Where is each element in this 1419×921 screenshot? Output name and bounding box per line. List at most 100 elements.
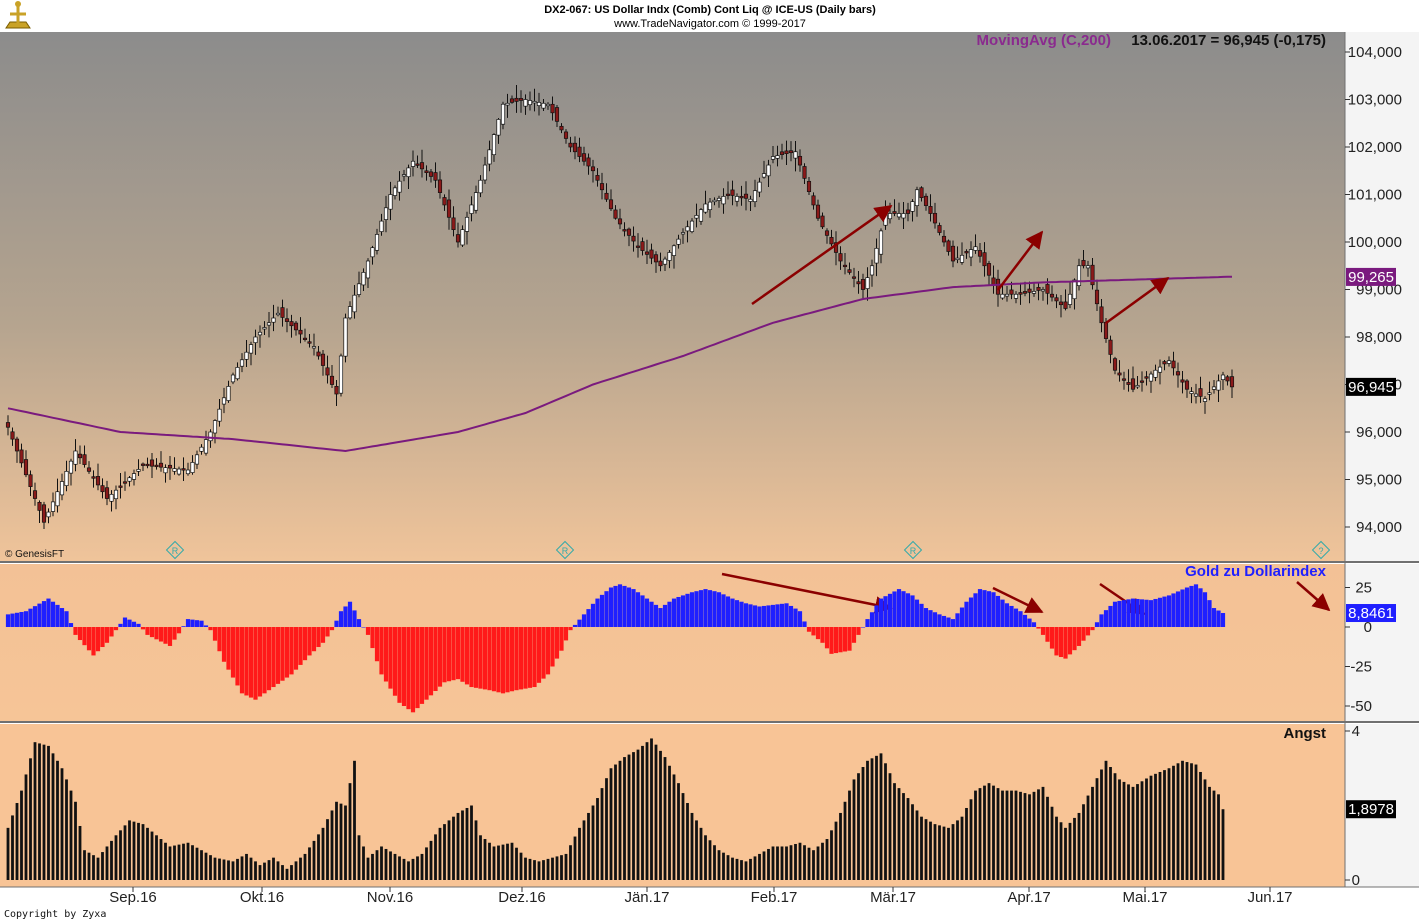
candle-body [1217, 381, 1220, 390]
fear-bar [83, 850, 86, 880]
fear-bar [74, 802, 77, 880]
candle-body [78, 454, 81, 458]
fear-bar [848, 791, 851, 880]
oscillator-bar [33, 606, 37, 627]
fear-bar [209, 855, 212, 880]
fear-bar [475, 820, 478, 880]
fear-bar [56, 761, 59, 880]
oscillator-bar [667, 602, 671, 627]
candle-body [240, 360, 243, 366]
fear-bar [137, 823, 140, 880]
oscillator-bar [892, 591, 896, 627]
candle-body [857, 282, 860, 284]
oscillator-bar [879, 599, 883, 627]
oscillator-bar [1117, 601, 1121, 627]
fear-bar [709, 840, 712, 880]
candle-body [587, 158, 590, 166]
candle-body [600, 184, 603, 190]
candle-body [276, 313, 279, 315]
fear-bar [358, 835, 361, 880]
fear-bar [182, 844, 185, 880]
price-tick-label: 95,000 [1356, 472, 1402, 489]
candle-body [722, 196, 725, 203]
fear-bar [394, 854, 397, 880]
oscillator-bar [937, 614, 941, 627]
fear-bar [106, 846, 109, 880]
oscillator-bar [240, 627, 244, 693]
candle-body [533, 101, 536, 103]
fear-bar [1046, 797, 1049, 880]
oscillator-bar [1000, 600, 1004, 627]
candle-body [1136, 385, 1139, 387]
oscillator-bar [1063, 627, 1067, 659]
candle-body [942, 236, 945, 242]
candle-body [393, 188, 396, 196]
oscillator-bar [114, 627, 118, 630]
fear-bar [466, 808, 469, 880]
candle-body [1046, 284, 1049, 293]
candle-body [681, 233, 684, 235]
oscillator-bar [370, 627, 374, 648]
oscillator-bar [69, 623, 73, 627]
candle-body [222, 398, 225, 404]
fear-bar [1019, 792, 1022, 880]
candle-body [501, 104, 504, 124]
oscillator-bar [307, 627, 311, 655]
fear-bar [682, 793, 685, 880]
candle-body [290, 322, 293, 326]
oscillator-bar [946, 618, 950, 627]
candle-body [1059, 302, 1062, 305]
fear-bar [308, 847, 311, 880]
oscillator-bar [460, 627, 464, 682]
fear-bar [232, 861, 235, 880]
candle-body [38, 502, 41, 510]
oscillator-bar [285, 627, 289, 678]
fear-bar [52, 753, 55, 880]
candle-body [1185, 381, 1188, 389]
fear-bar [340, 804, 343, 880]
fear-bar [830, 830, 833, 880]
oscillator-bar [492, 627, 496, 691]
fear-bar [79, 826, 82, 880]
candle-body [506, 103, 509, 105]
oscillator-bar [447, 627, 451, 681]
osc-tick-label: -25 [1350, 659, 1372, 676]
oscillator-bar [244, 627, 248, 695]
candle-body [402, 175, 405, 177]
candle-body [56, 492, 59, 506]
candle-body [470, 205, 473, 214]
candle-body [200, 447, 203, 451]
oscillator-bar [127, 620, 131, 627]
candle-body [497, 119, 500, 135]
candle-body [213, 421, 216, 433]
fear-bar [452, 817, 455, 880]
fear-bar [704, 835, 707, 880]
fear-bar [727, 855, 730, 880]
fear-bar [533, 860, 536, 880]
oscillator-bar [537, 627, 541, 683]
oscillator-bar [685, 594, 689, 627]
oscillator-panel [0, 564, 1345, 721]
candle-body [1163, 362, 1166, 364]
x-tick-label: Nov.16 [367, 889, 413, 906]
candle-body [60, 482, 63, 495]
oscillator-bar [199, 621, 203, 627]
oscillator-bar [37, 604, 41, 627]
candle-body [321, 354, 324, 365]
oscillator-bar [568, 627, 572, 630]
oscillator-bar [1153, 599, 1157, 627]
candle-body [312, 347, 315, 349]
candle-body [546, 104, 549, 106]
fear-bar [146, 828, 149, 880]
candle-body [1001, 294, 1004, 298]
candle-body [695, 215, 698, 218]
oscillator-bar [915, 600, 919, 627]
x-tick-label: Mär.17 [870, 889, 916, 906]
candle-body [1104, 322, 1107, 338]
oscillator-bar [604, 591, 608, 627]
price-tick-label: 102,000 [1348, 139, 1402, 156]
fear-bar [1015, 791, 1018, 880]
oscillator-bar [919, 604, 923, 627]
fear-tick-label: 0 [1352, 872, 1360, 889]
candle-body [767, 165, 770, 176]
